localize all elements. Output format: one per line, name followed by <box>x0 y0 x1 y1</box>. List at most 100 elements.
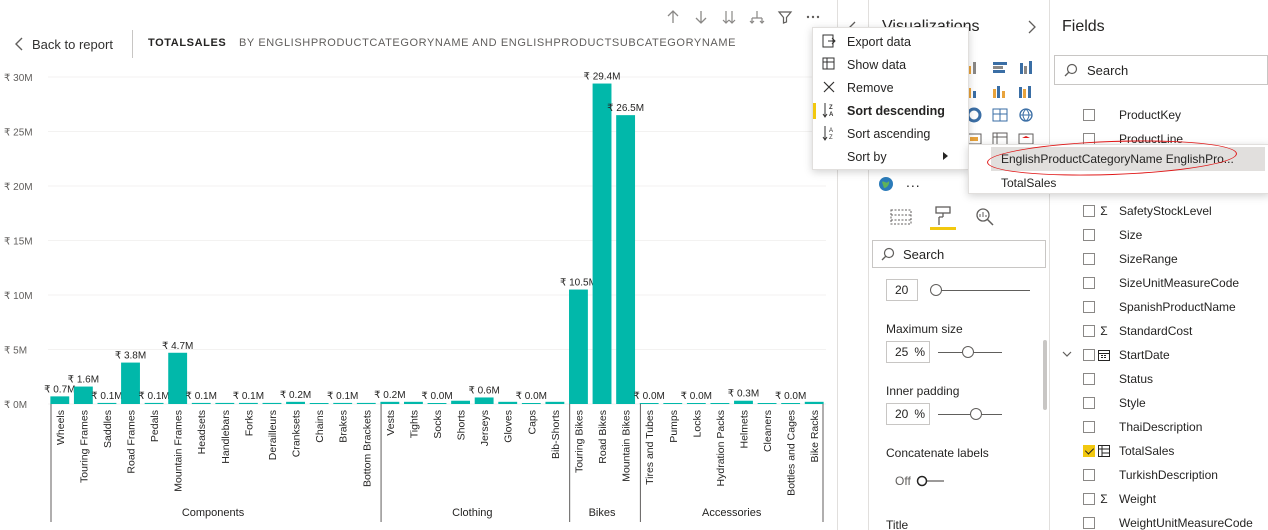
field-checkbox[interactable] <box>1083 517 1095 529</box>
field-item[interactable]: WeightUnitMeasureCode <box>1050 511 1268 530</box>
ribbon-chart-icon[interactable] <box>988 80 1012 102</box>
field-item[interactable]: ProductKey <box>1050 103 1268 127</box>
bar[interactable] <box>144 402 164 404</box>
field-item[interactable]: Σ Weight <box>1050 487 1268 511</box>
field-checkbox[interactable] <box>1083 349 1095 361</box>
submenu-item-totalsales[interactable]: TotalSales <box>969 171 1268 195</box>
chevron-right-icon[interactable] <box>1026 20 1038 34</box>
bar[interactable] <box>521 403 541 404</box>
field-checkbox[interactable] <box>1083 205 1095 217</box>
globe-icon[interactable] <box>878 176 894 192</box>
bar[interactable] <box>592 83 612 404</box>
bar[interactable] <box>191 402 211 404</box>
stacked-bar-icon[interactable] <box>988 56 1012 78</box>
field-item[interactable]: Σ SafetyStockLevel <box>1050 199 1268 223</box>
bar[interactable] <box>121 362 140 404</box>
bar[interactable] <box>686 403 706 404</box>
menu-item-remove[interactable]: Remove <box>813 76 968 99</box>
max-size-field[interactable]: 25% <box>886 341 930 363</box>
map-icon[interactable] <box>1014 104 1038 126</box>
menu-item-sort-ascending[interactable]: AZ Sort ascending <box>813 122 968 145</box>
submenu-item-category[interactable]: EnglishProductCategoryName EnglishPro... <box>991 147 1265 171</box>
field-checkbox[interactable] <box>1083 109 1095 121</box>
bar[interactable] <box>474 397 494 404</box>
bar[interactable] <box>333 402 353 404</box>
clustered-column-icon[interactable] <box>1014 56 1038 78</box>
field-item[interactable]: StartDate <box>1050 343 1268 367</box>
bar[interactable] <box>710 403 730 404</box>
drill-up-icon[interactable] <box>662 6 684 28</box>
more-options-icon[interactable] <box>802 6 824 28</box>
field-item[interactable]: SpanishProductName <box>1050 295 1268 319</box>
bar[interactable] <box>804 401 824 404</box>
chevron-down-icon[interactable] <box>1062 349 1072 359</box>
field-item[interactable]: SizeRange <box>1050 247 1268 271</box>
more-visuals-icon[interactable]: ... <box>906 174 921 190</box>
field-checkbox[interactable] <box>1083 325 1095 337</box>
waterfall-chart-icon[interactable] <box>1014 80 1038 102</box>
field-checkbox[interactable] <box>1083 397 1095 409</box>
field-item[interactable]: Style <box>1050 391 1268 415</box>
tab-fields[interactable] <box>888 204 914 230</box>
bar[interactable] <box>616 115 636 405</box>
bar[interactable] <box>569 289 588 404</box>
treemap-icon[interactable] <box>988 104 1012 126</box>
expand-hierarchy-icon[interactable] <box>746 6 768 28</box>
bar[interactable] <box>215 402 235 404</box>
menu-item-sort-descending[interactable]: ZA Sort descending <box>813 99 968 122</box>
menu-item-show-data[interactable]: Show data <box>813 53 968 76</box>
field-item[interactable]: Σ StandardCost <box>1050 319 1268 343</box>
bar[interactable] <box>757 403 777 404</box>
field-item[interactable]: Status <box>1050 367 1268 391</box>
bar[interactable] <box>498 401 518 404</box>
tab-format[interactable] <box>930 204 956 230</box>
field-checkbox[interactable] <box>1083 469 1095 481</box>
pane-scrollbar[interactable] <box>1043 340 1047 410</box>
bar[interactable] <box>380 401 400 404</box>
drill-down-icon[interactable] <box>690 6 712 28</box>
field-checkbox[interactable] <box>1083 253 1095 265</box>
fields-search-input[interactable]: Search <box>1054 55 1268 85</box>
filter-icon[interactable] <box>774 6 796 28</box>
bar[interactable] <box>262 402 282 404</box>
bar[interactable] <box>403 401 423 404</box>
text-size-slider-thumb[interactable] <box>930 284 942 296</box>
format-search-input[interactable]: Search <box>872 240 1046 268</box>
field-checkbox[interactable] <box>1083 277 1095 289</box>
concatenate-toggle[interactable] <box>916 475 946 487</box>
back-to-report-button[interactable]: Back to report <box>14 34 113 54</box>
max-size-slider-thumb[interactable] <box>962 346 974 358</box>
menu-item-sort-by[interactable]: Sort by <box>813 145 968 168</box>
field-checkbox[interactable] <box>1083 301 1095 313</box>
inner-padding-slider-thumb[interactable] <box>970 408 982 420</box>
bar[interactable] <box>309 403 329 404</box>
field-checkbox[interactable] <box>1083 445 1095 457</box>
bar[interactable] <box>356 402 376 404</box>
expand-all-down-icon[interactable] <box>718 6 740 28</box>
field-checkbox[interactable] <box>1083 421 1095 433</box>
bar[interactable] <box>427 403 447 404</box>
bar[interactable] <box>286 401 305 404</box>
inner-padding-field[interactable]: 20% <box>886 403 930 425</box>
bar[interactable] <box>97 402 117 404</box>
field-checkbox[interactable] <box>1083 493 1095 505</box>
field-item[interactable]: TurkishDescription <box>1050 463 1268 487</box>
field-item[interactable]: TotalSales <box>1050 439 1268 463</box>
text-size-field[interactable]: 20 <box>886 279 918 301</box>
bar[interactable] <box>663 403 683 404</box>
field-item[interactable]: Size <box>1050 223 1268 247</box>
field-checkbox[interactable] <box>1083 229 1095 241</box>
bar[interactable] <box>639 403 659 404</box>
field-item[interactable]: SizeUnitMeasureCode <box>1050 271 1268 295</box>
tab-analytics[interactable] <box>972 204 998 230</box>
menu-item-export-data[interactable]: Export data <box>813 30 968 53</box>
bar[interactable] <box>73 386 93 404</box>
field-item[interactable]: ThaiDescription <box>1050 415 1268 439</box>
field-checkbox[interactable] <box>1083 373 1095 385</box>
bar[interactable] <box>50 396 70 404</box>
bar[interactable] <box>238 402 258 404</box>
bar[interactable] <box>451 400 471 404</box>
bar[interactable] <box>781 403 801 404</box>
bar[interactable] <box>545 401 565 404</box>
bar[interactable] <box>734 400 753 404</box>
